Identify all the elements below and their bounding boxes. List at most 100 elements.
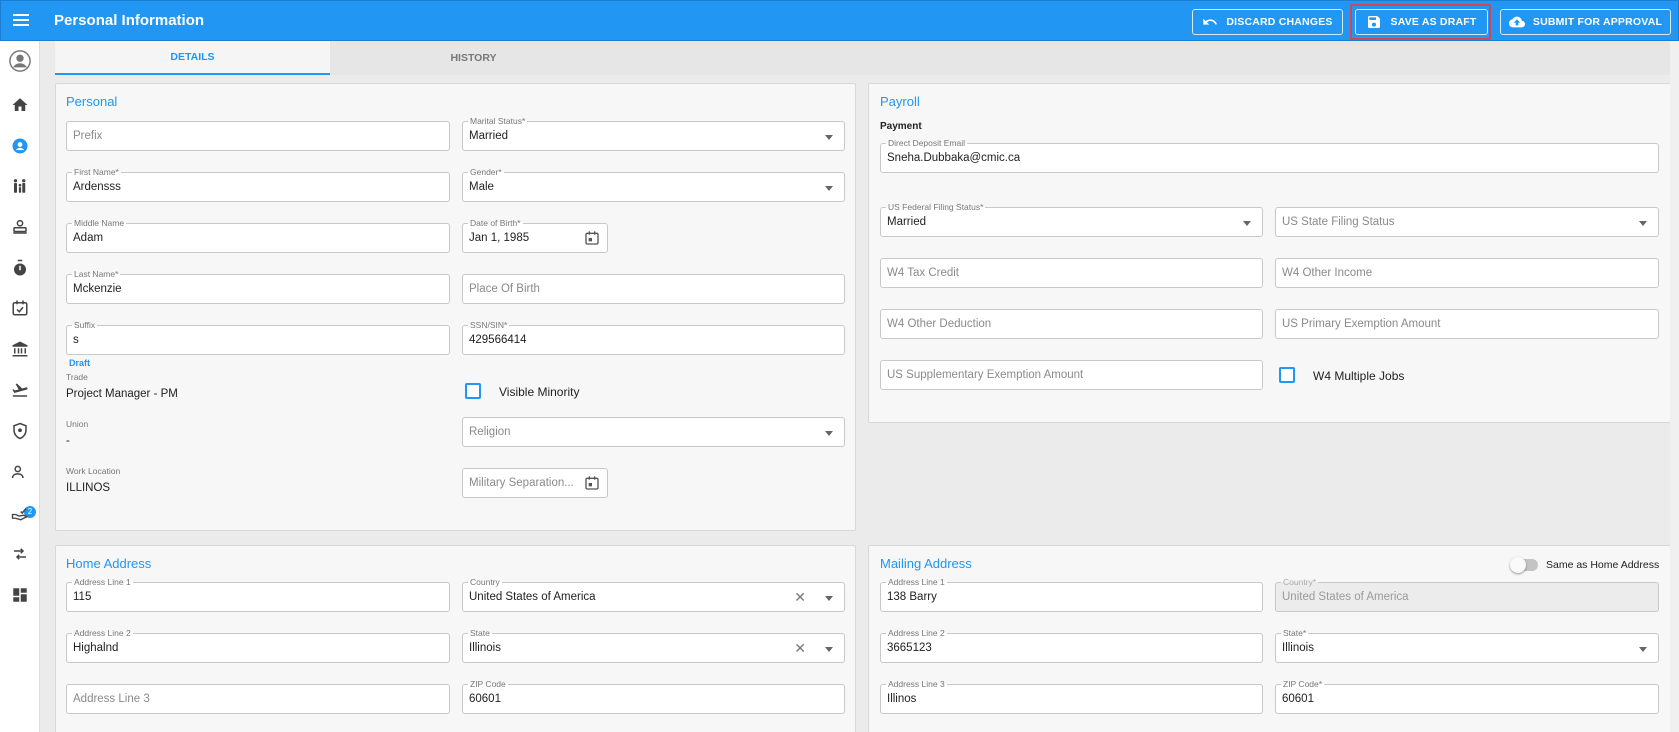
dashboard-icon[interactable] xyxy=(11,586,29,604)
mailing-address-line1-value: 138 Barry xyxy=(887,591,937,603)
visible-minority-label: Visible Minority xyxy=(499,385,580,399)
home-address-line2-field[interactable]: Address Line 2 Highalnd xyxy=(66,628,450,663)
home-zip-field[interactable]: ZIP Code 60601 xyxy=(462,679,845,714)
tab-history[interactable]: HISTORY xyxy=(330,41,617,75)
middle-name-value: Adam xyxy=(73,232,104,244)
middle-name-field[interactable]: Middle Name Adam xyxy=(66,218,450,253)
last-name-label: Last Name* xyxy=(72,269,121,279)
us-supplementary-exemption-field[interactable]: US Supplementary Exemption Amount xyxy=(880,360,1263,390)
w4-multiple-jobs-checkbox[interactable] xyxy=(1279,367,1295,383)
mailing-address-line3-label: Address Line 3 xyxy=(886,679,947,689)
place-of-birth-field[interactable]: Place Of Birth xyxy=(462,274,845,304)
discard-changes-button[interactable]: DISCARD CHANGES xyxy=(1192,9,1343,35)
religion-placeholder: Religion xyxy=(469,426,511,438)
w4-other-deduction-placeholder: W4 Other Deduction xyxy=(887,318,992,330)
mailing-address-line3-field[interactable]: Address Line 3 Illinos xyxy=(880,679,1263,714)
mailing-address-line1-label: Address Line 1 xyxy=(886,577,947,587)
mailing-address-section-title: Mailing Address xyxy=(880,556,972,571)
mailing-zip-value: 60601 xyxy=(1282,693,1314,705)
mailing-address-line2-field[interactable]: Address Line 2 3665123 xyxy=(880,628,1263,663)
us-federal-filing-status-select[interactable]: US Federal Filing Status* Married xyxy=(880,202,1263,237)
religion-select[interactable]: Religion xyxy=(462,417,845,447)
left-nav: 2 xyxy=(0,41,40,732)
chevron-down-icon xyxy=(1639,221,1647,226)
direct-deposit-email-field[interactable]: Direct Deposit Email Sneha.Dubbaka@cmic.… xyxy=(880,138,1659,173)
middle-name-label: Middle Name xyxy=(72,218,127,228)
avatar-icon[interactable] xyxy=(9,50,31,72)
marital-status-label: Marital Status* xyxy=(468,116,528,126)
mailing-address-line1-field[interactable]: Address Line 1 138 Barry xyxy=(880,577,1263,612)
home-address-line1-field[interactable]: Address Line 1 115 xyxy=(66,577,450,612)
calendar-icon[interactable] xyxy=(584,475,600,491)
w4-other-income-field[interactable]: W4 Other Income xyxy=(1275,258,1659,288)
calendar-check-icon[interactable] xyxy=(11,299,29,317)
submit-for-approval-button[interactable]: SUBMIT FOR APPROVAL xyxy=(1500,9,1671,35)
vertical-scrollbar[interactable] xyxy=(1670,41,1679,732)
us-primary-exemption-placeholder: US Primary Exemption Amount xyxy=(1282,318,1441,330)
date-of-birth-field[interactable]: Date of Birth* Jan 1, 1985 xyxy=(462,218,608,253)
mailing-zip-field[interactable]: ZIP Code* 60601 xyxy=(1275,679,1659,714)
clear-icon[interactable]: ✕ xyxy=(794,589,806,605)
shield-icon[interactable] xyxy=(11,422,29,440)
chevron-down-icon xyxy=(825,135,833,140)
us-federal-filing-status-label: US Federal Filing Status* xyxy=(886,202,986,212)
tab-details[interactable]: DETAILS xyxy=(55,41,330,75)
home-address-line3-field[interactable]: Address Line 3 xyxy=(66,684,450,714)
w4-tax-credit-field[interactable]: W4 Tax Credit xyxy=(880,258,1263,288)
swap-icon[interactable] xyxy=(11,545,29,563)
home-address-line3-placeholder: Address Line 3 xyxy=(73,693,150,705)
direct-deposit-email-value: Sneha.Dubbaka@cmic.ca xyxy=(887,152,1021,164)
visible-minority-checkbox[interactable] xyxy=(465,383,481,399)
mailing-address-line2-label: Address Line 2 xyxy=(886,628,947,638)
tab-bar: DETAILS HISTORY xyxy=(55,41,1679,75)
w4-multiple-jobs-label: W4 Multiple Jobs xyxy=(1313,369,1405,383)
hand-check-icon[interactable] xyxy=(11,504,29,522)
prefix-field[interactable]: Prefix xyxy=(66,121,450,151)
page-title: Personal Information xyxy=(54,12,205,29)
home-country-select[interactable]: Country United States of America ✕ xyxy=(462,577,845,612)
marital-status-select[interactable]: Marital Status* Married xyxy=(462,116,845,151)
ssn-label: SSN/SIN* xyxy=(468,320,510,330)
same-as-home-toggle[interactable] xyxy=(1510,557,1538,573)
suffix-value: s xyxy=(73,334,79,346)
bank-icon[interactable] xyxy=(11,340,29,358)
mailing-country-field: Country* United States of America xyxy=(1275,577,1659,612)
gender-select[interactable]: Gender* Male xyxy=(462,167,845,202)
first-name-field[interactable]: First Name* Ardensss xyxy=(66,167,450,202)
military-separation-placeholder: Military Separation... xyxy=(469,477,574,489)
us-state-filing-status-placeholder: US State Filing Status xyxy=(1282,216,1395,228)
family-icon[interactable] xyxy=(11,177,29,195)
flight-departure-icon[interactable] xyxy=(11,381,29,399)
clear-icon[interactable]: ✕ xyxy=(794,640,806,656)
w4-tax-credit-placeholder: W4 Tax Credit xyxy=(887,267,960,279)
badge-icon[interactable] xyxy=(11,218,29,236)
mailing-address-line3-value: Illinos xyxy=(887,693,917,705)
mailing-country-value: United States of America xyxy=(1282,591,1409,603)
direct-deposit-email-label: Direct Deposit Email xyxy=(886,138,967,148)
home-state-label: State xyxy=(468,628,492,638)
cloud-upload-icon xyxy=(1508,16,1525,28)
home-address-line2-value: Highalnd xyxy=(73,642,119,654)
last-name-field[interactable]: Last Name* Mckenzie xyxy=(66,269,450,304)
calendar-icon[interactable] xyxy=(584,230,600,246)
stopwatch-icon[interactable] xyxy=(11,259,29,277)
home-icon[interactable] xyxy=(11,96,29,114)
suffix-field[interactable]: Suffix s xyxy=(66,320,450,355)
discard-changes-label: DISCARD CHANGES xyxy=(1226,16,1333,28)
draft-tag: Draft xyxy=(69,358,91,368)
home-state-select[interactable]: State Illinois ✕ xyxy=(462,628,845,663)
military-separation-field[interactable]: Military Separation... xyxy=(462,468,608,498)
w4-other-deduction-field[interactable]: W4 Other Deduction xyxy=(880,309,1263,339)
mailing-state-select[interactable]: State* Illinois xyxy=(1275,628,1659,663)
chevron-down-icon xyxy=(825,647,833,652)
person-icon[interactable] xyxy=(11,137,29,155)
hamburger-menu-icon[interactable] xyxy=(13,14,29,28)
chevron-down-icon xyxy=(825,431,833,436)
prefix-placeholder: Prefix xyxy=(73,130,103,142)
us-primary-exemption-field[interactable]: US Primary Exemption Amount xyxy=(1275,309,1659,339)
us-state-filing-status-select[interactable]: US State Filing Status xyxy=(1275,207,1659,237)
ssn-field[interactable]: SSN/SIN* 429566414 xyxy=(462,320,845,355)
union-value: - xyxy=(66,435,70,447)
home-address-section-title: Home Address xyxy=(66,556,152,571)
people-approval-icon[interactable] xyxy=(11,463,29,481)
